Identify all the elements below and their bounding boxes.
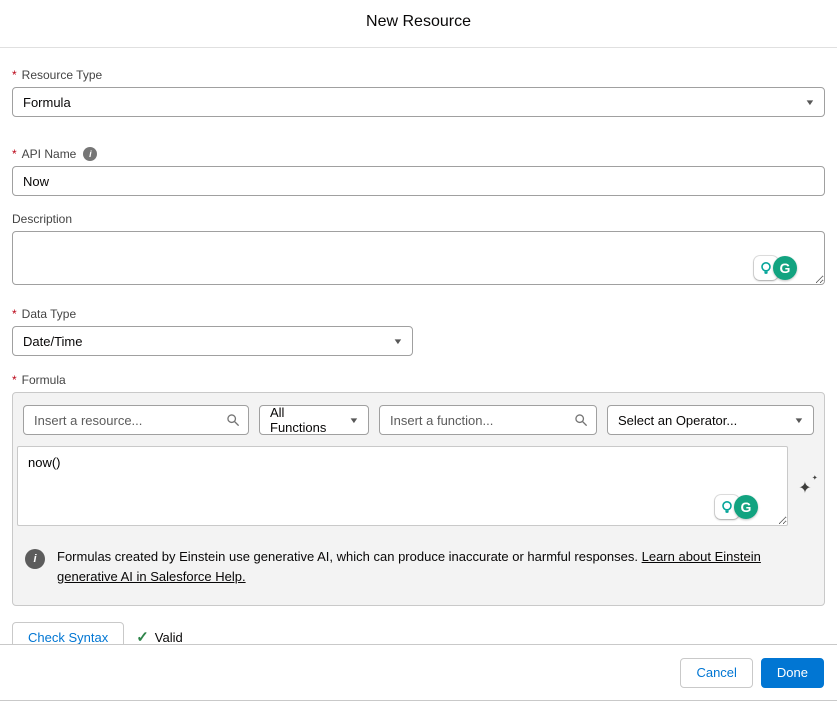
resource-type-select[interactable]: Formula ▼ <box>12 87 825 117</box>
chevron-down-icon: ▼ <box>348 415 360 425</box>
resource-type-value: Formula <box>23 94 71 110</box>
ai-assist-icons: G <box>715 495 758 519</box>
description-field: Description G <box>12 212 825 290</box>
resource-type-field: * Resource Type Formula ▼ <box>12 68 825 117</box>
modal-footer: Cancel Done <box>0 644 837 700</box>
einstein-ai-notice: i Formulas created by Einstein use gener… <box>13 531 824 605</box>
function-search-input[interactable] <box>379 405 597 435</box>
cancel-button[interactable]: Cancel <box>680 657 753 688</box>
modal-header: New Resource <box>0 0 837 48</box>
description-label-text: Description <box>12 212 73 226</box>
required-marker: * <box>12 68 17 82</box>
formula-toolbar: All Functions ▼ Select an Operator... ▼ <box>13 393 824 435</box>
chevron-down-icon: ▼ <box>793 415 805 425</box>
description-label: Description <box>12 212 825 226</box>
resource-type-label-text: Resource Type <box>21 68 103 82</box>
required-marker: * <box>12 373 17 387</box>
grammarly-icon[interactable]: G <box>734 495 758 519</box>
grammarly-icon[interactable]: G <box>773 256 797 280</box>
formula-label-text: Formula <box>21 373 66 387</box>
notice-body: Formulas created by Einstein use generat… <box>57 549 638 564</box>
info-icon[interactable]: i <box>83 147 98 161</box>
functions-filter-select[interactable]: All Functions ▼ <box>259 405 369 435</box>
done-button[interactable]: Done <box>760 657 824 688</box>
info-icon: i <box>25 549 45 569</box>
notice-text: Formulas created by Einstein use generat… <box>57 547 777 587</box>
data-type-value: Date/Time <box>23 333 83 349</box>
api-name-field: * API Name i <box>12 147 825 196</box>
formula-textarea[interactable]: now() <box>17 446 788 526</box>
api-name-label-text: API Name <box>21 147 77 161</box>
ai-assist-icons: G <box>754 256 797 280</box>
required-marker: * <box>12 147 17 161</box>
functions-filter-value: All Functions <box>270 405 327 435</box>
data-type-select[interactable]: Date/Time ▼ <box>12 326 413 356</box>
resource-search-input[interactable] <box>23 405 249 435</box>
new-resource-modal: New Resource * Resource Type Formula ▼ *… <box>0 0 837 701</box>
data-type-label: * Data Type <box>12 307 825 321</box>
chevron-down-icon: ▼ <box>804 97 816 107</box>
formula-label: * Formula <box>12 373 825 387</box>
api-name-input[interactable] <box>12 166 825 196</box>
data-type-field: * Data Type Date/Time ▼ <box>12 307 825 356</box>
formula-editor-row: now() G ✦ ✦ <box>13 435 824 531</box>
api-name-label: * API Name i <box>12 147 825 161</box>
formula-field: * Formula All Functions ▼ <box>12 373 825 606</box>
operator-value: Select an Operator... <box>618 412 738 428</box>
syntax-status-label: Valid <box>154 629 183 645</box>
description-textarea[interactable] <box>12 231 825 285</box>
chevron-down-icon: ▼ <box>392 336 404 346</box>
data-type-label-text: Data Type <box>21 307 77 321</box>
einstein-sparkle-icon[interactable]: ✦ ✦ <box>798 475 817 498</box>
operator-select[interactable]: Select an Operator... ▼ <box>607 405 814 435</box>
modal-body: * Resource Type Formula ▼ * API Name i D… <box>0 68 837 652</box>
formula-builder: All Functions ▼ Select an Operator... ▼ <box>12 392 825 606</box>
required-marker: * <box>12 307 17 321</box>
page-title: New Resource <box>366 13 471 30</box>
resource-type-label: * Resource Type <box>12 68 825 82</box>
